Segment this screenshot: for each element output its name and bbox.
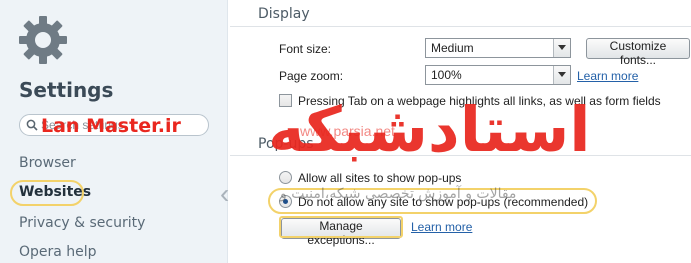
display-section-title: Display xyxy=(258,6,310,22)
font-size-value: Medium xyxy=(431,41,474,55)
popups-learn-more-link[interactable]: Learn more xyxy=(411,220,472,234)
display-divider xyxy=(230,26,691,27)
chevron-down-icon xyxy=(553,39,570,57)
gear-icon xyxy=(19,16,67,64)
sidebar-item-opera-help[interactable]: Opera help xyxy=(19,244,97,260)
zoom-learn-more-link[interactable]: Learn more xyxy=(577,69,638,83)
page-zoom-select[interactable]: 100% xyxy=(425,65,571,85)
customize-fonts-button[interactable]: Customize fonts... xyxy=(586,38,690,67)
allow-popups-radio[interactable] xyxy=(279,171,292,184)
manage-exceptions-highlight-outline xyxy=(279,216,403,238)
page-zoom-label: Page zoom: xyxy=(279,69,344,83)
page-zoom-value: 100% xyxy=(431,68,462,82)
chevron-down-icon xyxy=(553,66,570,84)
watermark-brand: Lan Master.ir xyxy=(41,115,181,137)
chevron-left-icon: ‹ xyxy=(220,178,230,209)
font-size-select[interactable]: Medium xyxy=(425,38,571,58)
settings-title: Settings xyxy=(19,78,114,102)
watermark-site: www.parsia.net xyxy=(300,123,395,139)
allow-popups-label: Allow all sites to show pop-ups xyxy=(298,171,462,185)
search-icon xyxy=(26,119,38,131)
watermark-tagline: مقالات و آموزش تخصصی شبکه،امنیت و xyxy=(280,186,517,202)
font-size-label: Font size: xyxy=(279,42,332,56)
websites-highlight-outline xyxy=(10,180,84,206)
sidebar-item-browser[interactable]: Browser xyxy=(19,155,76,171)
sidebar-item-privacy-security[interactable]: Privacy & security xyxy=(19,215,145,231)
